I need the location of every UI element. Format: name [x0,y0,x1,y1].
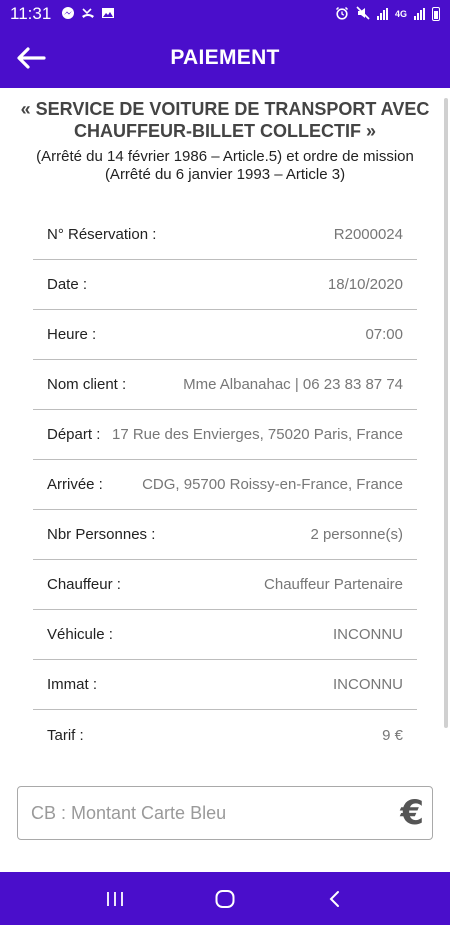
detail-label: N° Réservation : [47,226,157,243]
detail-row-client: Nom client : Mme Albanahac | 06 23 83 87… [33,360,417,410]
wifi-signal-icon [376,8,388,20]
arrow-left-icon [17,47,46,69]
detail-label: Départ : [47,426,101,443]
card-amount-field[interactable]: € [17,786,433,840]
network-type-label: 4G [394,9,407,19]
chevron-left-icon [329,890,339,907]
detail-row-arrival: Arrivée : CDG, 95700 Roissy-en-France, F… [33,460,417,510]
status-time: 11:31 [10,4,52,23]
recent-apps-icon [107,891,123,906]
alarm-icon [335,6,349,23]
detail-row-passengers: Nbr Personnes : 2 personne(s) [33,510,417,560]
legal-reference: (Arrêté du 14 février 1986 – Article.5) … [0,148,450,184]
detail-row-vehicle: Véhicule : INCONNU [33,610,417,660]
card-amount-input[interactable] [31,802,401,824]
detail-label: Arrivée : [47,476,103,493]
detail-row-time: Heure : 07:00 [33,310,417,360]
detail-value: 9 € [382,726,403,744]
detail-value: 2 personne(s) [310,526,403,543]
gallery-icon [101,6,115,23]
status-right: 4G [335,5,440,23]
legal-reference-line-1: (Arrêté du 14 février 1986 – Article.5) … [36,148,414,165]
euro-icon: € [400,793,424,833]
home-icon [215,889,235,908]
detail-row-departure: Départ : 17 Rue des Envierges, 75020 Par… [33,410,417,460]
home-button[interactable] [205,879,245,919]
mute-icon [356,5,370,23]
detail-label: Nom client : [47,376,127,393]
detail-label: Tarif : [47,726,84,744]
booking-details: N° Réservation : R2000024 Date : 18/10/2… [33,210,417,760]
detail-value: 07:00 [365,326,403,343]
detail-row-fare: Tarif : 9 € [33,710,417,760]
cell-signal-icon [414,8,425,20]
missed-call-icon [81,6,95,23]
detail-row-date: Date : 18/10/2020 [33,260,417,310]
detail-row-reservation: N° Réservation : R2000024 [33,210,417,260]
app-bar: PAIEMENT [0,28,450,88]
payment-content[interactable]: « SERVICE DE VOITURE DE TRANSPORT AVEC C… [0,88,450,872]
detail-label: Heure : [47,326,97,343]
legal-reference-line-2: (Arrêté du 6 janvier 1993 – Article 3) [104,166,346,183]
back-button[interactable] [14,42,48,74]
detail-value: INCONNU [333,626,403,643]
detail-value: 18/10/2020 [327,276,403,293]
page-title: PAIEMENT [170,46,280,69]
detail-row-driver: Chauffeur : Chauffeur Partenaire [33,560,417,610]
detail-value: R2000024 [333,226,403,243]
scrollbar[interactable] [444,98,448,728]
detail-value: Mme Albanahac | 06 23 83 87 74 [183,376,403,393]
detail-label: Chauffeur : [47,576,121,593]
detail-value: 17 Rue des Envierges, 75020 Paris, Franc… [112,426,403,443]
battery-icon [432,7,440,21]
nav-back-button[interactable] [315,879,355,919]
detail-label: Date : [47,276,88,293]
system-nav-bar [0,872,450,925]
status-bar: 11:31 4G [0,0,450,28]
detail-label: Nbr Personnes : [47,526,156,543]
detail-value: Chauffeur Partenaire [264,576,403,593]
detail-label: Immat : [47,676,98,693]
messenger-icon [61,6,75,23]
detail-value: CDG, 95700 Roissy-en-France, France [142,476,403,493]
detail-row-plate: Immat : INCONNU [33,660,417,710]
detail-value: INCONNU [333,676,403,693]
recent-apps-button[interactable] [95,879,135,919]
service-title: « SERVICE DE VOITURE DE TRANSPORT AVEC C… [20,99,430,141]
detail-label: Véhicule : [47,626,113,643]
